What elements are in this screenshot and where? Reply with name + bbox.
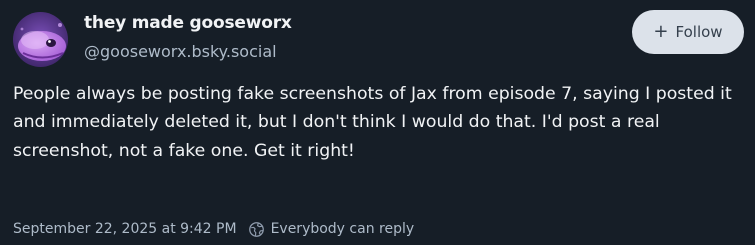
- purple-creature-avatar-icon: [13, 12, 68, 67]
- globe-icon: [248, 221, 264, 237]
- post-text: People always be posting fake screenshot…: [13, 84, 732, 161]
- post-card: they made gooseworx @gooseworx.bsky.soci…: [0, 0, 755, 245]
- author-avatar[interactable]: [13, 12, 68, 67]
- follow-button[interactable]: + Follow: [632, 10, 744, 54]
- author-display-name[interactable]: they made gooseworx: [84, 13, 292, 33]
- plus-icon: +: [653, 21, 669, 42]
- reply-setting-label: Everybody can reply: [270, 221, 415, 237]
- post-timestamp[interactable]: September 22, 2025 at 9:42 PM: [13, 221, 237, 237]
- author-handle[interactable]: @gooseworx.bsky.social: [84, 42, 277, 61]
- post-meta: September 22, 2025 at 9:42 PM Everybody …: [13, 217, 414, 241]
- follow-button-label: Follow: [675, 23, 723, 41]
- reply-setting[interactable]: Everybody can reply: [248, 221, 415, 238]
